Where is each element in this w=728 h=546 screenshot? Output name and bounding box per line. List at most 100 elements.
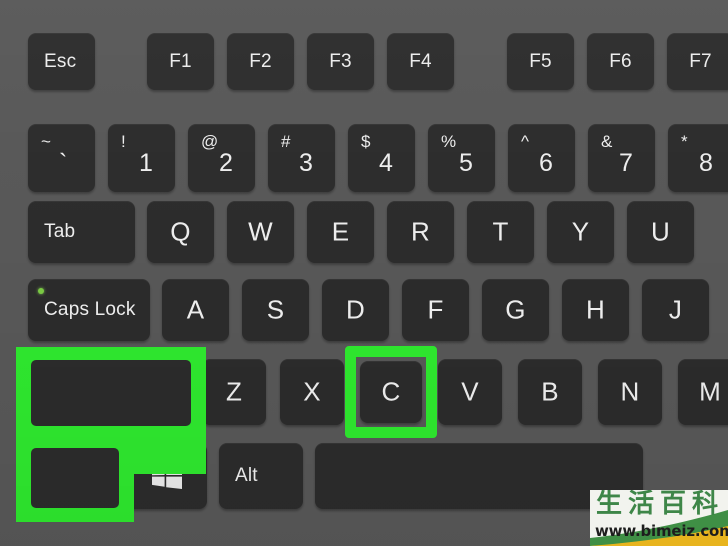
windows-logo-icon: [152, 463, 182, 489]
key-t[interactable]: T: [467, 201, 534, 263]
key-z[interactable]: Z: [202, 359, 266, 425]
key-3-label: 3: [299, 149, 313, 177]
key-u-label: U: [651, 216, 670, 247]
key-esc[interactable]: Esc: [28, 33, 95, 90]
key-5-shift-label: %: [441, 132, 457, 151]
key-6-shift-label: ^: [521, 132, 529, 151]
key-tab-label: Tab: [44, 221, 76, 242]
key-f2-label: F2: [249, 50, 272, 72]
key-6-label: 6: [539, 149, 553, 177]
keyboard-illustration: Esc F1 F2 F3 F4 F5 F6 F7 ~ ` ! 1 @ 2 # 3…: [0, 0, 728, 546]
key-d-label: D: [346, 294, 365, 325]
key-backtick-shift-label: ~: [41, 132, 51, 151]
key-m[interactable]: M: [678, 359, 728, 425]
key-backtick-label: `: [59, 149, 68, 177]
key-f6[interactable]: F6: [587, 33, 654, 90]
key-shift-label: Shift: [47, 381, 87, 403]
key-v[interactable]: V: [438, 359, 502, 425]
key-3-shift-label: #: [281, 132, 291, 151]
key-tab[interactable]: Tab: [28, 201, 135, 263]
key-1-shift-label: !: [121, 132, 126, 151]
key-6[interactable]: ^ 6: [508, 124, 575, 192]
key-7-shift-label: &: [601, 132, 613, 151]
key-f1[interactable]: F1: [147, 33, 214, 90]
key-8-label: 8: [699, 149, 713, 177]
watermark-characters: 生活百科: [596, 490, 725, 519]
key-e-label: E: [331, 216, 350, 247]
caps-lock-led-icon: [38, 288, 44, 294]
key-5-label: 5: [459, 149, 473, 177]
key-w-label: W: [248, 216, 273, 247]
key-f2[interactable]: F2: [227, 33, 294, 90]
key-4[interactable]: $ 4: [348, 124, 415, 192]
key-q-label: Q: [170, 216, 191, 247]
key-1-label: 1: [139, 149, 153, 177]
key-f3-label: F3: [329, 50, 352, 72]
key-q[interactable]: Q: [147, 201, 214, 263]
key-8[interactable]: * 8: [668, 124, 728, 192]
watermark-url: www.bimeiz.com: [595, 522, 728, 540]
key-x-label: X: [303, 376, 321, 407]
key-w[interactable]: W: [227, 201, 294, 263]
key-7-label: 7: [619, 149, 633, 177]
key-c-label: C: [381, 376, 401, 407]
key-8-shift-label: *: [681, 132, 688, 151]
key-r-label: R: [411, 216, 430, 247]
key-x[interactable]: X: [280, 359, 344, 425]
key-s-label: S: [266, 294, 285, 325]
key-f5-label: F5: [529, 50, 552, 72]
key-f5[interactable]: F5: [507, 33, 574, 90]
key-f7-label: F7: [689, 50, 712, 72]
key-n-label: N: [620, 376, 640, 407]
key-j[interactable]: J: [642, 279, 709, 341]
key-b-label: B: [541, 376, 559, 407]
key-4-label: 4: [379, 149, 393, 177]
key-2-label: 2: [219, 149, 233, 177]
key-h-label: H: [586, 294, 605, 325]
key-f3[interactable]: F3: [307, 33, 374, 90]
key-caps-lock[interactable]: Caps Lock: [28, 279, 150, 341]
key-v-label: V: [461, 376, 479, 407]
key-u[interactable]: U: [627, 201, 694, 263]
key-alt[interactable]: Alt: [219, 443, 303, 509]
key-g[interactable]: G: [482, 279, 549, 341]
key-t-label: T: [492, 216, 509, 247]
key-ctrl-label: Ctrl: [47, 468, 78, 489]
key-b[interactable]: B: [518, 359, 582, 425]
key-y-label: Y: [571, 216, 590, 247]
key-f-label: F: [427, 294, 444, 325]
key-f7[interactable]: F7: [667, 33, 728, 90]
key-h[interactable]: H: [562, 279, 629, 341]
key-2[interactable]: @ 2: [188, 124, 255, 192]
key-r[interactable]: R: [387, 201, 454, 263]
key-g-label: G: [505, 294, 526, 325]
key-2-shift-label: @: [201, 132, 219, 151]
watermark: 生活百科 www.bimeiz.com: [590, 490, 728, 546]
key-ctrl[interactable]: Ctrl: [31, 450, 116, 508]
key-caps-lock-label: Caps Lock: [44, 299, 136, 320]
key-3[interactable]: # 3: [268, 124, 335, 192]
key-c[interactable]: C: [360, 361, 422, 423]
key-1[interactable]: ! 1: [108, 124, 175, 192]
key-f6-label: F6: [609, 50, 632, 72]
key-7[interactable]: & 7: [588, 124, 655, 192]
key-backtick[interactable]: ~ `: [28, 124, 95, 192]
key-f4-label: F4: [409, 50, 432, 72]
key-s[interactable]: S: [242, 279, 309, 341]
key-f1-label: F1: [169, 50, 192, 72]
key-a-label: A: [186, 294, 205, 325]
key-n[interactable]: N: [598, 359, 662, 425]
key-alt-label: Alt: [235, 465, 258, 486]
key-j-label: J: [668, 294, 683, 325]
key-a[interactable]: A: [162, 279, 229, 341]
key-z-label: Z: [225, 376, 243, 407]
key-m-label: M: [699, 376, 721, 407]
key-y[interactable]: Y: [547, 201, 614, 263]
key-shift[interactable]: Shift: [31, 361, 188, 424]
key-windows[interactable]: [127, 443, 207, 509]
key-e[interactable]: E: [307, 201, 374, 263]
key-f[interactable]: F: [402, 279, 469, 341]
key-d[interactable]: D: [322, 279, 389, 341]
key-f4[interactable]: F4: [387, 33, 454, 90]
key-5[interactable]: % 5: [428, 124, 495, 192]
